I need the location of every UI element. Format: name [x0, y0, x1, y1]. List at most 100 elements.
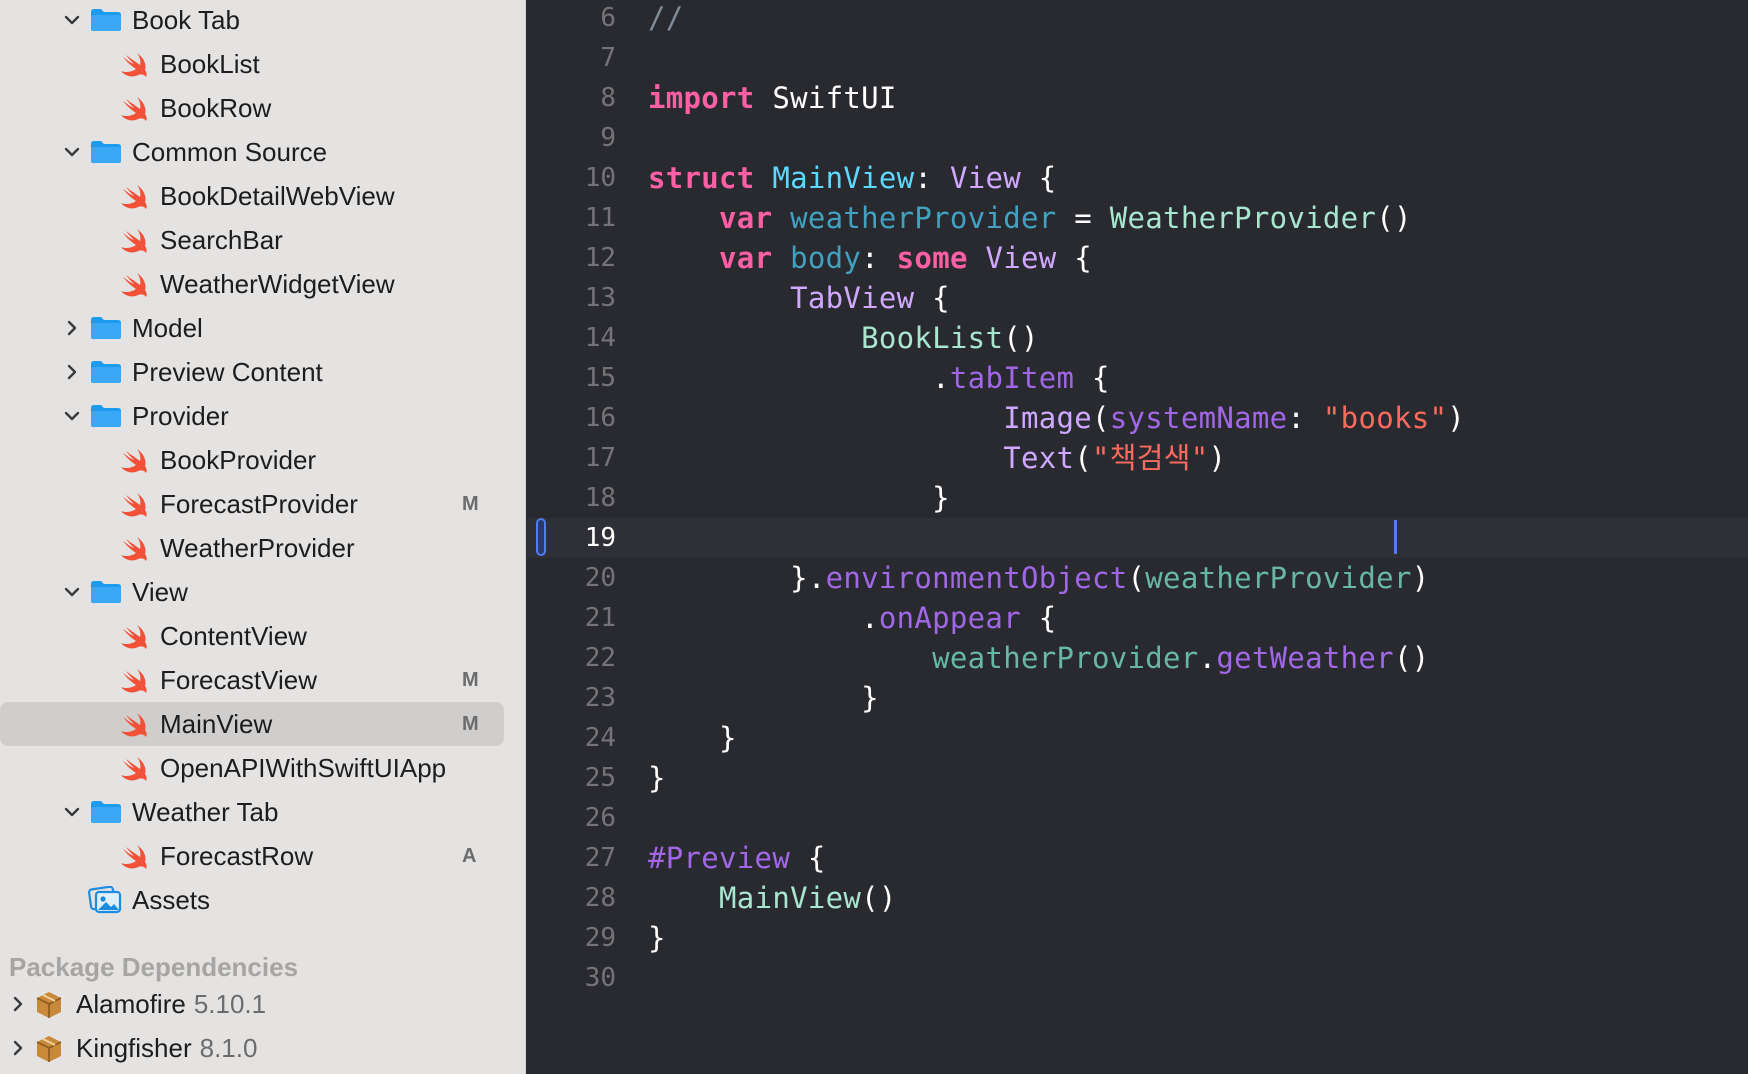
file-row-bookprovider[interactable]: BookProvider [0, 438, 526, 482]
item-label: View [132, 577, 188, 607]
folder-row-preview-content[interactable]: Preview Content [0, 350, 526, 394]
code-line-6[interactable]: 6 // [526, 0, 1748, 38]
package-row-kingfisher[interactable]: Kingfisher 8.1.0 [0, 1026, 526, 1070]
folder-row-view[interactable]: View [0, 570, 526, 614]
code-line-21[interactable]: 21 .onAppear { [526, 598, 1748, 638]
code-line-11[interactable]: 11 var weatherProvider = WeatherProvider… [526, 198, 1748, 238]
swift-file-icon [121, 537, 147, 561]
folder-row-weather-tab[interactable]: Weather Tab [0, 790, 526, 834]
package-row-alamofire[interactable]: Alamofire 5.10.1 [0, 982, 526, 1026]
code-line-20[interactable]: 20 }.environmentObject(weatherProvider) [526, 558, 1748, 598]
code-line-25[interactable]: 25} [526, 758, 1748, 798]
code-text[interactable]: .onAppear { [648, 602, 1056, 634]
code-text[interactable]: import SwiftUI [648, 82, 897, 114]
file-row-forecastprovider[interactable]: ForecastProvider M [0, 482, 526, 526]
code-line-29[interactable]: 29} [526, 918, 1748, 958]
folder-row-provider[interactable]: Provider [0, 394, 526, 438]
code-line-9[interactable]: 9 [526, 118, 1748, 158]
line-number: 21 [584, 603, 616, 633]
code-line-23[interactable]: 23 } [526, 678, 1748, 718]
file-row-forecastview[interactable]: ForecastView M [0, 658, 526, 702]
code-line-15[interactable]: 15 .tabItem { [526, 358, 1748, 398]
chevron-down-icon[interactable] [62, 582, 82, 602]
package-name: Alamofire [76, 989, 186, 1019]
folder-row-book-tab[interactable]: Book Tab [0, 0, 526, 42]
code-text[interactable]: #Preview { [648, 842, 826, 874]
code-text[interactable]: weatherProvider.getWeather() [648, 642, 1429, 674]
change-marker[interactable] [536, 518, 546, 556]
chevron-down-icon[interactable] [62, 10, 82, 30]
code-text[interactable]: Text("책검색") [648, 442, 1226, 474]
file-row-weatherwidgetview[interactable]: WeatherWidgetView [0, 262, 526, 306]
code-text[interactable]: var body: some View { [648, 242, 1092, 274]
folder-icon [91, 801, 121, 823]
chevron-right-icon[interactable] [62, 362, 82, 382]
code-line-18[interactable]: 18 } [526, 478, 1748, 518]
chevron-right-icon[interactable] [8, 1038, 28, 1058]
code-line-27[interactable]: 27 #Preview { [526, 838, 1748, 878]
chevron-right-icon[interactable] [62, 318, 82, 338]
item-label: BookList [160, 49, 260, 79]
code-text[interactable]: TabView { [648, 282, 950, 314]
code-text[interactable]: .tabItem { [648, 362, 1110, 394]
file-row-mainview[interactable]: MainView M [0, 702, 526, 746]
source-editor[interactable]: 6 // 7 8 import SwiftUI 9 10 struct MainView: V… [526, 0, 1748, 1074]
line-number: 7 [600, 43, 616, 73]
line-number: 30 [584, 963, 616, 993]
swift-file-icon [121, 625, 147, 649]
chevron-down-icon[interactable] [62, 406, 82, 426]
item-label: ContentView [160, 621, 307, 651]
code-line-7[interactable]: 7 [526, 38, 1748, 78]
item-label: BookDetailWebView [160, 181, 395, 211]
item-label: ForecastProvider [160, 489, 358, 519]
code-line-22[interactable]: 22 weatherProvider.getWeather() [526, 638, 1748, 678]
code-line-17[interactable]: 17 Text("책검색") [526, 438, 1748, 478]
line-number: 12 [584, 243, 616, 273]
code-text[interactable]: struct MainView: View { [648, 162, 1057, 194]
chevron-down-icon[interactable] [62, 142, 82, 162]
scm-status-badge: M [462, 669, 479, 691]
file-row-bookdetailwebview[interactable]: BookDetailWebView [0, 174, 526, 218]
code-line-10[interactable]: 10 struct MainView: View { [526, 158, 1748, 198]
chevron-down-icon[interactable] [62, 802, 82, 822]
file-row-searchbar[interactable]: SearchBar [0, 218, 526, 262]
item-label: Book Tab [132, 5, 240, 35]
code-text[interactable]: Image(systemName: "books") [648, 402, 1465, 434]
code-line-14[interactable]: 14 BookList() [526, 318, 1748, 358]
code-line-16[interactable]: 16 Image(systemName: "books") [526, 398, 1748, 438]
file-row-forecastrow[interactable]: ForecastRow A [0, 834, 526, 878]
code-line-12[interactable]: 12 var body: some View { [526, 238, 1748, 278]
item-label: Provider [132, 401, 229, 431]
code-text[interactable]: MainView() [648, 882, 897, 914]
code-line-8[interactable]: 8 import SwiftUI [526, 78, 1748, 118]
file-row-contentview[interactable]: ContentView [0, 614, 526, 658]
code-line-28[interactable]: 28 MainView() [526, 878, 1748, 918]
file-row-openapiwithswiftuiapp[interactable]: OpenAPIWithSwiftUIApp [0, 746, 526, 790]
code-text[interactable]: } [648, 482, 950, 514]
code-text[interactable]: var weatherProvider = WeatherProvider() [648, 202, 1412, 234]
code-line-26[interactable]: 26 [526, 798, 1748, 838]
code-line-30[interactable]: 30 [526, 958, 1748, 998]
swift-file-icon [121, 669, 147, 693]
file-row-assets[interactable]: Assets [0, 878, 526, 922]
code-text[interactable]: }.environmentObject(weatherProvider) [648, 562, 1429, 594]
file-row-bookrow[interactable]: BookRow [0, 86, 526, 130]
code-line-13[interactable]: 13 TabView { [526, 278, 1748, 318]
code-text[interactable]: } [648, 682, 879, 714]
file-row-booklist[interactable]: BookList [0, 42, 526, 86]
code-line-24[interactable]: 24 } [526, 718, 1748, 758]
line-number: 29 [584, 923, 616, 953]
code-text[interactable]: } [648, 762, 666, 794]
folder-row-model[interactable]: Model [0, 306, 526, 350]
code-text[interactable]: // [648, 2, 684, 34]
file-row-weatherprovider[interactable]: WeatherProvider [0, 526, 526, 570]
code-text[interactable]: } [648, 722, 737, 754]
code-text[interactable]: BookList() [648, 322, 1039, 354]
asset-catalog-icon [88, 886, 122, 914]
line-number: 24 [584, 723, 616, 753]
code-line-19[interactable]: 19 [526, 518, 1748, 558]
code-text[interactable]: } [648, 922, 666, 954]
folder-row-common-source[interactable]: Common Source [0, 130, 526, 174]
swift-file-icon [121, 449, 147, 473]
chevron-right-icon[interactable] [8, 994, 28, 1014]
